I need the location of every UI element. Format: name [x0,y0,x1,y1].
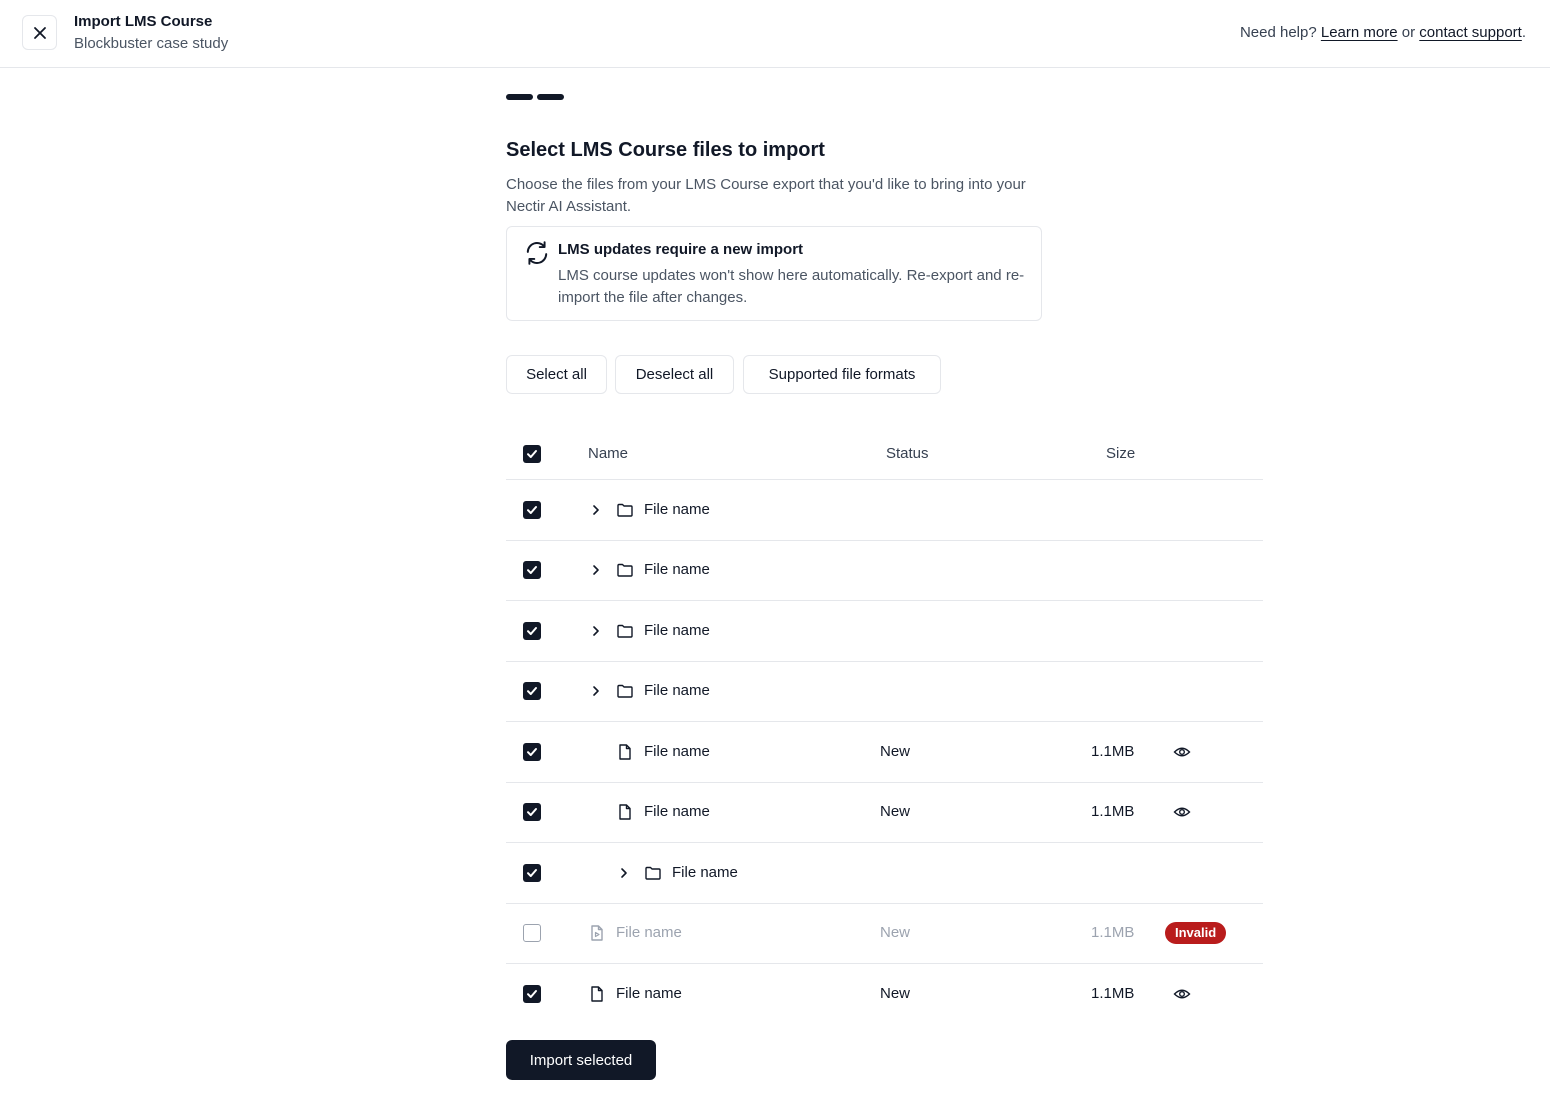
row-checkbox[interactable] [523,985,541,1004]
step-2 [537,94,564,100]
column-name[interactable]: Name [588,445,628,462]
step-1 [506,94,533,100]
file-name: File name [644,682,710,700]
deselect-all-button[interactable]: Deselect all [615,355,734,394]
close-button[interactable] [22,15,57,50]
select-all-checkbox[interactable] [523,445,541,463]
eye-icon[interactable] [1173,803,1191,821]
table-row[interactable]: File name New 1.1MB [506,722,1263,783]
chevron-right-icon[interactable] [588,683,604,699]
info-callout: LMS updates require a new import LMS cou… [506,226,1042,321]
page-subtitle: Blockbuster case study [74,35,229,52]
folder-icon [617,624,633,638]
row-checkbox[interactable] [523,924,541,943]
eye-icon[interactable] [1173,985,1191,1003]
file-status: New [880,742,911,760]
help-period: . [1521,24,1526,41]
file-icon [591,986,603,1002]
refresh-icon [526,241,548,265]
chevron-right-icon[interactable] [588,502,604,518]
row-checkbox[interactable] [523,803,541,822]
file-size: 1.1MB [1091,985,1135,1003]
column-size[interactable]: Size [1106,445,1135,462]
file-table: Name Status Size File name File name Fil… [506,425,1263,1025]
check-icon [527,566,537,575]
section-title: Select LMS Course files to import [506,139,825,161]
file-name: File name [644,803,710,821]
eye-icon[interactable] [1173,743,1191,761]
check-icon [527,990,537,999]
folder-icon [617,503,633,517]
table-row[interactable]: File name [506,662,1263,722]
select-all-button[interactable]: Select all [506,355,607,394]
file-status: New [880,924,911,942]
progress-steps [506,94,564,100]
file-status: New [880,803,911,821]
file-name: File name [644,561,710,579]
help-prefix: Need help? [1239,24,1317,41]
file-name: File name [616,924,682,942]
table-row[interactable]: File name [506,541,1263,601]
chevron-right-icon[interactable] [588,562,604,578]
check-icon [527,450,537,458]
row-checkbox[interactable] [523,561,541,580]
section-description: Choose the files from your LMS Course ex… [506,176,1026,215]
help-or: or [1401,24,1416,41]
file-icon [619,804,631,820]
row-checkbox[interactable] [523,682,541,701]
invalid-badge: Invalid [1165,922,1227,945]
check-icon [527,505,537,514]
file-status: New [880,985,911,1003]
import-selected-button[interactable]: Import selected [506,1040,656,1080]
row-checkbox[interactable] [523,742,541,761]
file-size: 1.1MB [1091,924,1135,942]
file-name: File name [644,500,710,518]
table-row[interactable]: File name [506,480,1263,541]
check-icon [527,687,537,696]
file-name: File name [644,621,710,639]
folder-icon [617,685,633,698]
top-bar: Import LMS Course Blockbuster case study… [0,0,1550,68]
table-row[interactable]: File name New 1.1MB Invalid [506,904,1263,964]
close-icon [33,26,46,39]
table-row[interactable]: File name [506,601,1263,662]
page-title: Import LMS Course [74,13,213,30]
file-size: 1.1MB [1091,742,1135,760]
row-checkbox[interactable] [523,621,541,640]
file-name: File name [672,863,738,881]
check-icon [527,626,537,635]
file-icon [619,744,631,760]
learn-more-link[interactable]: Learn more [1321,24,1398,41]
file-name: File name [616,985,682,1003]
check-icon [527,808,537,817]
folder-icon [617,564,633,577]
table-row[interactable]: File name New 1.1MB [506,783,1263,843]
info-body: LMS course updates won't show here autom… [558,267,1025,306]
row-checkbox[interactable] [523,863,541,882]
table-row[interactable]: File name [506,843,1263,904]
chevron-right-icon[interactable] [616,865,632,881]
row-checkbox[interactable] [523,500,541,519]
supported-formats-button[interactable]: Supported file formats [743,355,941,394]
check-icon [527,747,537,756]
contact-support-link[interactable]: contact support [1419,24,1522,41]
info-title: LMS updates require a new import [558,241,804,258]
check-icon [527,868,537,877]
table-header: Name Status Size [506,425,1263,480]
folder-icon [645,866,661,880]
chevron-right-icon[interactable] [588,623,604,639]
file-name: File name [644,742,710,760]
help-text: Need help? Learn more or contact support… [1240,24,1526,41]
file-size: 1.1MB [1091,803,1135,821]
column-status[interactable]: Status [886,445,929,462]
table-row[interactable]: File name New 1.1MB [506,964,1263,1025]
video-file-icon [591,925,603,941]
